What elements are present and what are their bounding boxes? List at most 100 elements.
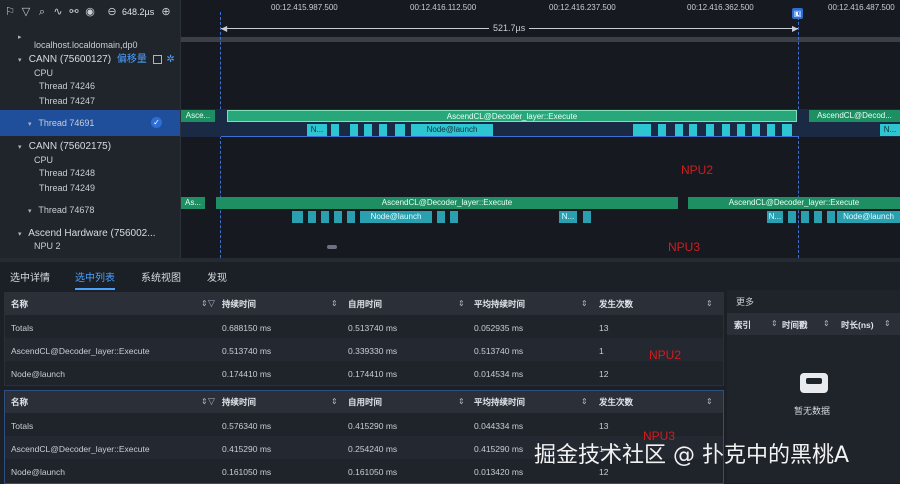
pin-icon[interactable]: ✲ (166, 54, 174, 65)
sort-icon[interactable]: ⇕ (581, 397, 588, 406)
tree-node-thread[interactable]: Thread 74248 (0, 166, 180, 180)
search-icon[interactable]: ⌕ (36, 6, 48, 18)
tab-system-view[interactable]: 系统视图 (141, 269, 181, 284)
execute-slice[interactable]: AscendCL@Decod... (809, 110, 900, 122)
node-slice[interactable] (801, 211, 809, 223)
col-avg-duration[interactable]: 平均持续时间 (474, 391, 525, 413)
col-count[interactable]: 发生次数 (599, 293, 633, 315)
node-slice[interactable] (827, 211, 835, 223)
node-slice[interactable] (814, 211, 822, 223)
node-slice[interactable] (321, 211, 329, 223)
tree-node-npu[interactable]: NPU 2 (0, 239, 180, 253)
zoom-out-icon[interactable]: ⊖ (106, 6, 118, 18)
col-name[interactable]: 名称 (11, 391, 28, 413)
table-row[interactable]: Totals 0.688150 ms 0.513740 ms 0.052935 … (5, 315, 723, 338)
tree-node-host[interactable]: localhost.localdomain,dp0 (0, 38, 180, 52)
sort-icon[interactable]: ⇕ (706, 397, 713, 406)
timeline-area[interactable]: 00:12.415.987.500 00:12.416.112.500 00:1… (181, 0, 900, 258)
resize-handle[interactable] (327, 245, 337, 249)
sort-icon[interactable]: ⇕ (771, 319, 778, 328)
filter-icon[interactable]: ▽ (20, 6, 32, 18)
node-slice[interactable] (331, 124, 339, 136)
node-slice[interactable]: Node@launch (360, 211, 432, 223)
node-slice[interactable]: N... (307, 124, 327, 136)
col-count[interactable]: 发生次数 (599, 391, 633, 413)
tab-discover[interactable]: 发现 (207, 269, 227, 284)
node-slice[interactable]: N... (880, 124, 900, 136)
sort-icon[interactable]: ⇕ (331, 397, 338, 406)
node-slice[interactable] (379, 124, 387, 136)
tree-node-thread[interactable]: Thread 74247 (0, 94, 180, 108)
tree-node-cann-1[interactable]: ▾ CANN (75600127) 偏移量 ✲ (0, 53, 180, 67)
col-duration[interactable]: 持续时间 (222, 391, 256, 413)
caret-down-icon[interactable]: ▾ (28, 112, 36, 138)
col-self-time[interactable]: 自用时间 (348, 293, 382, 315)
sort-icon[interactable]: ⇕ (201, 397, 208, 406)
node-slice[interactable] (395, 124, 405, 136)
col-self-time[interactable]: 自用时间 (348, 391, 382, 413)
tree-node-thread-selected[interactable]: ▾ Thread 74691 ✓ (0, 110, 180, 136)
link-icon[interactable]: ∿ (52, 6, 64, 18)
node-slice[interactable] (722, 124, 730, 136)
tree-node-thread[interactable]: Thread 74249 (0, 181, 180, 195)
node-slice[interactable] (752, 124, 760, 136)
sort-icon[interactable]: ⇕ (581, 299, 588, 308)
node-slice[interactable] (347, 211, 355, 223)
filter-icon[interactable]: ▽ (208, 298, 215, 309)
sort-icon[interactable]: ⇕ (706, 299, 713, 308)
node-slice[interactable] (689, 124, 697, 136)
table-row[interactable]: Totals 0.576340 ms 0.415290 ms 0.044334 … (5, 413, 723, 436)
execute-slice[interactable]: AscendCL@Decoder_layer::Execute (688, 197, 900, 209)
node-slice[interactable] (450, 211, 458, 223)
col-avg-duration[interactable]: 平均持续时间 (474, 293, 525, 315)
col-index[interactable]: 索引 (734, 319, 751, 331)
col-name[interactable]: 名称 (11, 293, 28, 315)
node-slice[interactable] (350, 124, 358, 136)
col-duration[interactable]: 持续时间 (222, 293, 256, 315)
col-duration-ns[interactable]: 时长(ns) (841, 319, 874, 331)
sort-icon[interactable]: ⇕ (201, 299, 208, 308)
node-slice[interactable]: Node@launch (837, 211, 900, 223)
node-slice[interactable] (364, 124, 372, 136)
execute-slice[interactable]: Asce... (181, 110, 215, 122)
caret-down-icon[interactable]: ▾ (28, 205, 36, 219)
node-slice[interactable] (767, 124, 775, 136)
checkbox[interactable] (152, 54, 162, 64)
flag-icon[interactable]: ⚐ (4, 6, 16, 18)
node-slice[interactable]: Node@launch (411, 124, 493, 136)
tree-node-thread[interactable]: Thread 74246 (0, 79, 180, 93)
execute-slice[interactable]: As... (181, 197, 205, 209)
node-slice[interactable] (334, 211, 342, 223)
table-row[interactable]: Node@launch 0.174410 ms 0.174410 ms 0.01… (5, 361, 723, 384)
node-slice[interactable] (658, 124, 666, 136)
node-slice[interactable] (308, 211, 316, 223)
tab-selection-detail[interactable]: 选中详情 (10, 269, 50, 284)
node-slice[interactable] (782, 124, 792, 136)
scroll-track[interactable] (181, 37, 900, 42)
tree-node-cpu[interactable]: CPU (0, 66, 180, 80)
sort-icon[interactable]: ⇕ (331, 299, 338, 308)
node-slice[interactable] (675, 124, 683, 136)
zoom-in-icon[interactable]: ⊕ (160, 6, 172, 18)
col-timestamp[interactable]: 时间戳 (782, 319, 808, 331)
tab-selection-list[interactable]: 选中列表 (75, 269, 115, 290)
node-slice[interactable] (788, 211, 796, 223)
node-slice[interactable]: N... (767, 211, 783, 223)
tree-node-thread[interactable]: ▾ Thread 74678 (0, 203, 180, 217)
execute-slice[interactable]: AscendCL@Decoder_layer::Execute (227, 110, 797, 122)
sort-icon[interactable]: ⇕ (823, 319, 830, 328)
sort-icon[interactable]: ⇕ (458, 299, 465, 308)
node-slice[interactable] (706, 124, 714, 136)
offset-tag[interactable]: 偏移量 (117, 54, 147, 65)
node-slice[interactable] (437, 211, 445, 223)
table-row[interactable]: AscendCL@Decoder_layer::Execute 0.513740… (5, 338, 723, 361)
node-slice[interactable]: N... (559, 211, 577, 223)
filter-icon[interactable]: ▽ (208, 396, 215, 407)
execute-slice[interactable]: AscendCL@Decoder_layer::Execute (216, 197, 678, 209)
tree-node-cpu[interactable]: CPU (0, 153, 180, 167)
connect-icon[interactable]: ⚯ (68, 6, 80, 18)
node-slice[interactable] (583, 211, 591, 223)
sort-icon[interactable]: ⇕ (884, 319, 891, 328)
check-icon[interactable]: ✓ (151, 117, 162, 128)
reset-icon[interactable]: ◉ (84, 6, 96, 18)
